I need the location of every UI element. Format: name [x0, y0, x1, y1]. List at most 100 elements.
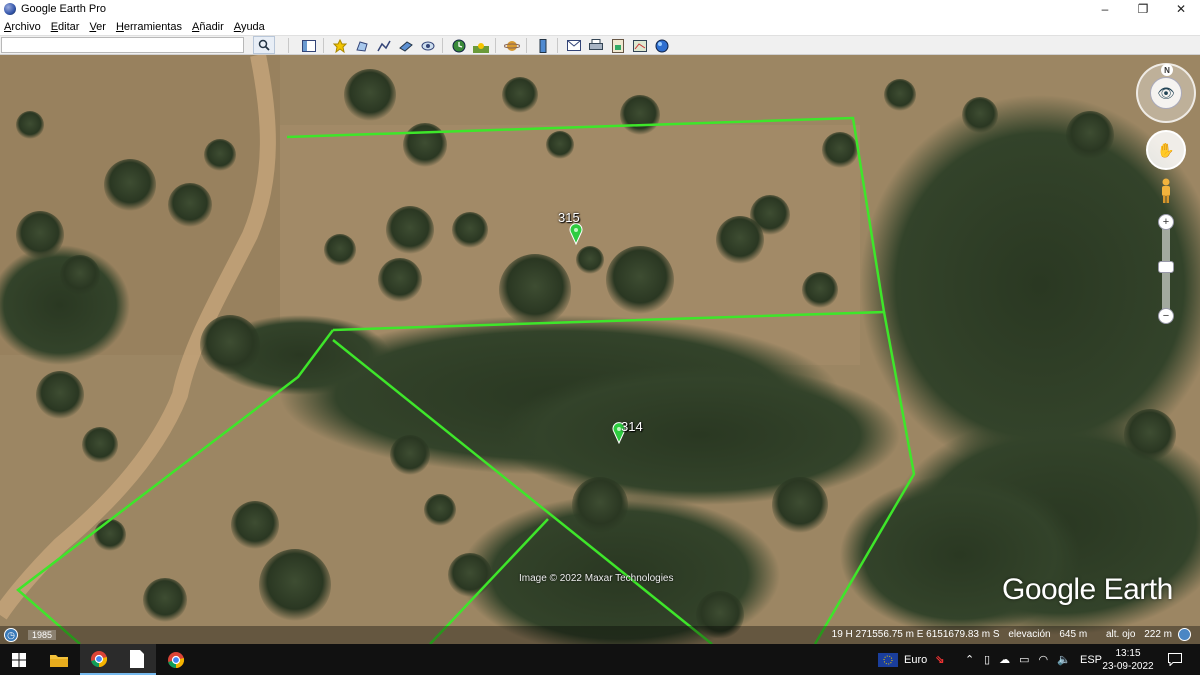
volume-icon[interactable]: 🔈: [1057, 653, 1071, 666]
print-button[interactable]: [586, 37, 606, 54]
historical-imagery-button[interactable]: [449, 37, 469, 54]
menu-ayuda[interactable]: Ayuda: [234, 21, 265, 33]
toolbar-separator: [557, 38, 558, 53]
historical-imagery-status[interactable]: ◷ 1985: [4, 628, 57, 642]
compass-north-button[interactable]: N: [1161, 64, 1173, 76]
close-button[interactable]: ✕: [1162, 0, 1200, 18]
system-clock[interactable]: 13:15 23-09-2022: [1098, 647, 1158, 673]
show-hidden-icons-button[interactable]: ⌃: [965, 644, 974, 675]
save-image-button[interactable]: [608, 37, 628, 54]
clock-date: 23-09-2022: [1102, 661, 1154, 672]
toolbar-separator: [495, 38, 496, 53]
zoom-in-button[interactable]: +: [1158, 214, 1174, 230]
google-earth-window: Google Earth Pro – ❐ ✕ Archivo Editar Ve…: [0, 0, 1200, 675]
street-view-pegman-icon[interactable]: [1160, 178, 1172, 204]
satellite-imagery: [0, 55, 1200, 644]
add-placemark-button[interactable]: [330, 37, 350, 54]
trend-icon: ⇘: [935, 654, 945, 666]
zoom-out-button[interactable]: −: [1158, 308, 1174, 324]
imagery-year: 1985: [28, 630, 57, 640]
currency-label: Euro: [904, 653, 928, 666]
zoom-slider-handle[interactable]: [1158, 261, 1174, 273]
google-earth-icon: [4, 3, 16, 15]
system-tray-icons: ▯ ☁ ▭ ◠ 🔈: [984, 644, 1071, 675]
toolbar-separator: [526, 38, 527, 53]
menu-archivo[interactable]: Archivo: [4, 21, 41, 33]
toolbar-separator: [442, 38, 443, 53]
placemark-314[interactable]: 314: [612, 419, 643, 444]
menu-anadir[interactable]: Añadir: [192, 21, 224, 33]
map-status-bar: ◷ 1985 19 H 271556.75 m E 6151679.83 m S…: [0, 626, 1200, 644]
search-input[interactable]: [1, 37, 244, 53]
chrome-icon: [168, 651, 185, 668]
look-joystick[interactable]: N 👁: [1136, 63, 1196, 123]
historical-clock-icon: ◷: [4, 628, 18, 642]
cloud-icon[interactable]: ☁: [999, 653, 1010, 666]
coordinates-readout: 19 H 271556.75 m E 6151679.83 m S elevac…: [826, 629, 1172, 640]
placemark-pin-icon: [569, 223, 583, 245]
chrome-button[interactable]: [80, 644, 118, 675]
email-icon: [567, 40, 581, 51]
add-path-icon: [377, 40, 391, 51]
move-joystick[interactable]: ✋: [1146, 130, 1186, 170]
add-polygon-button[interactable]: [352, 37, 372, 54]
streaming-globe-icon: [1178, 628, 1191, 641]
coordinates: 19 H 271556.75 m E 6151679.83 m S: [831, 629, 1000, 640]
sunlight-button[interactable]: [471, 37, 491, 54]
search-icon: [258, 39, 270, 51]
search-button[interactable]: [253, 36, 275, 54]
google-earth-taskbar-button[interactable]: [118, 644, 156, 675]
start-button[interactable]: [0, 644, 38, 675]
file-explorer-button[interactable]: [40, 644, 78, 675]
minimize-button[interactable]: –: [1086, 0, 1124, 18]
eu-flag-icon: [878, 652, 898, 667]
document-icon: [130, 649, 144, 668]
sky-icon: [655, 39, 669, 52]
hand-icon: ✋: [1157, 141, 1175, 158]
elevation-value: 645 m: [1059, 629, 1088, 640]
sky-button[interactable]: [652, 37, 672, 54]
currency-widget[interactable]: Euro ⇘: [878, 644, 944, 675]
elevation-label: elevación: [1008, 629, 1051, 640]
windows-taskbar: Euro ⇘ ⌃ ▯ ☁ ▭ ◠ 🔈 ESP 13:15 23-09-2022: [0, 644, 1200, 675]
chrome-profile-button[interactable]: [157, 644, 195, 675]
add-image-overlay-button[interactable]: [396, 37, 416, 54]
menu-herramientas[interactable]: Herramientas: [116, 21, 182, 33]
notifications-button[interactable]: [1168, 644, 1182, 675]
notification-icon: [1168, 653, 1182, 666]
menu-ver[interactable]: Ver: [89, 21, 106, 33]
add-polygon-icon: [356, 40, 368, 52]
hide-sidebar-button[interactable]: [299, 37, 319, 54]
ruler-button[interactable]: [533, 37, 553, 54]
view-in-maps-button[interactable]: [630, 37, 650, 54]
tablet-icon[interactable]: ▯: [984, 653, 990, 666]
add-path-button[interactable]: [374, 37, 394, 54]
look-eye-icon: 👁: [1150, 77, 1182, 109]
chevron-up-icon: ⌃: [965, 654, 975, 666]
maximize-button[interactable]: ❐: [1124, 0, 1162, 18]
google-earth-logo: Google Earth: [1002, 573, 1173, 606]
planets-button[interactable]: [502, 37, 522, 54]
menu-bar: Archivo Editar Ver Herramientas Añadir A…: [0, 18, 1200, 35]
add-image-overlay-icon: [399, 40, 413, 52]
add-placemark-icon: [333, 38, 347, 53]
hide-sidebar-icon: [302, 39, 316, 52]
email-button[interactable]: [564, 37, 584, 54]
wifi-icon[interactable]: ◠: [1038, 653, 1048, 666]
print-icon: [589, 39, 603, 50]
save-image-icon: [612, 38, 624, 53]
record-tour-icon: [421, 41, 435, 50]
battery-icon[interactable]: ▭: [1019, 653, 1029, 666]
ruler-icon: [539, 38, 547, 53]
chrome-icon: [91, 650, 108, 667]
placemark-315[interactable]: 315: [558, 210, 583, 245]
map-view[interactable]: 315 314 Image © 2022 Maxar Technologies …: [0, 55, 1200, 644]
toolbar: [0, 35, 1200, 55]
clock-time: 13:15: [1115, 648, 1141, 659]
eye-altitude-value: 222 m: [1144, 629, 1172, 640]
menu-editar[interactable]: Editar: [51, 21, 80, 33]
record-tour-button[interactable]: [418, 37, 438, 54]
toolbar-separator: [323, 38, 324, 53]
sunlight-icon: [473, 42, 489, 53]
view-in-maps-icon: [633, 39, 647, 52]
